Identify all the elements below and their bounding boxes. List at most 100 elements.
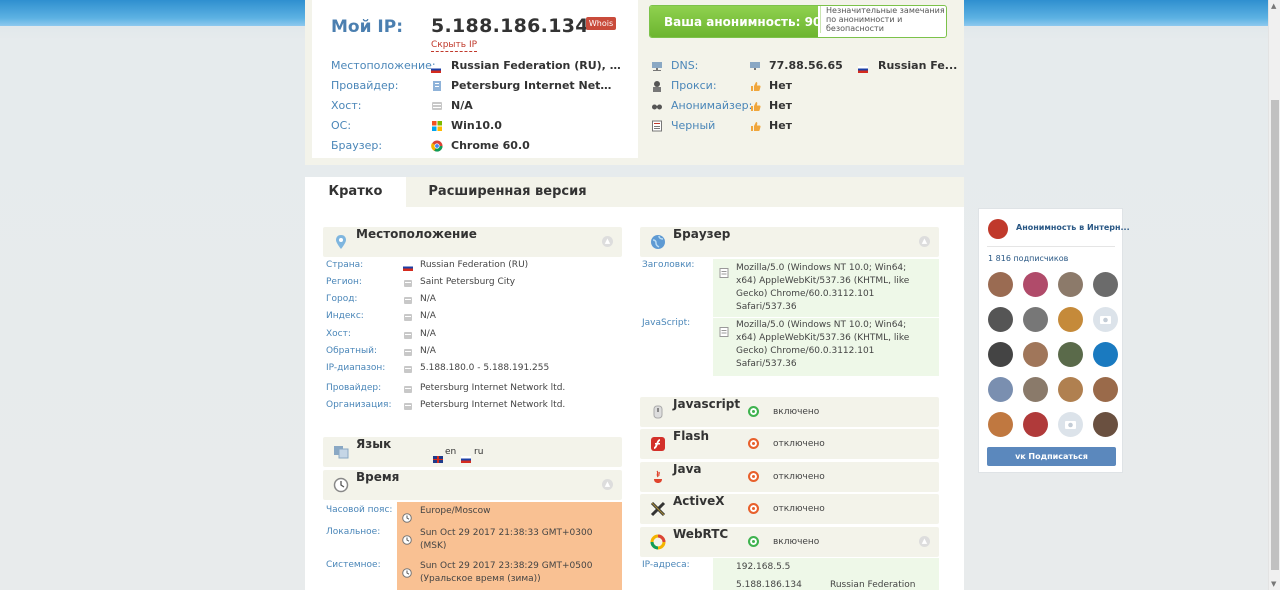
chevron-up-icon[interactable]: ▲ (919, 236, 930, 247)
subscriber-avatar[interactable] (1058, 342, 1083, 367)
plugin-status: отключено (773, 439, 825, 449)
subscriber-avatar[interactable] (1093, 272, 1118, 297)
location-row-value: N/A (420, 329, 436, 339)
page-scrollbar[interactable]: ▲ ▼ (1268, 0, 1280, 590)
flag-en-icon (433, 448, 443, 467)
host-icon (431, 100, 443, 112)
language-en: en (445, 447, 457, 457)
subscriber-avatar[interactable] (988, 272, 1013, 297)
chevron-up-icon[interactable]: ▲ (602, 236, 613, 247)
summary-proxy-row: Прокси: Нет (651, 78, 951, 94)
organization-icon (403, 401, 413, 411)
chevron-up-icon[interactable]: ▲ (602, 479, 613, 490)
ua-line: Mozilla/5.0 (Windows NT 10.0; Win64; (736, 263, 907, 273)
webrtc-icon (650, 534, 666, 550)
time-row-label-text: Локальное: (326, 527, 381, 537)
time-section-header[interactable]: Время ▲ (323, 470, 622, 500)
subscriber-avatar[interactable] (988, 307, 1013, 332)
time-line: Sun Oct 29 2017 21:38:33 GMT+0300 (420, 528, 593, 538)
time-line: (Уральское время (зима)) (420, 574, 541, 584)
subscriber-avatar[interactable] (1023, 342, 1048, 367)
plugin-javascript[interactable]: Javascript включено (640, 397, 939, 427)
ua-line: x64) AppleWebKit/537.36 (KHTML, like (736, 276, 910, 286)
camera-placeholder-icon[interactable] (1093, 307, 1118, 332)
subscriber-avatar[interactable] (1093, 342, 1118, 367)
subscriber-avatar[interactable] (1093, 412, 1118, 437)
camera-placeholder-icon[interactable] (1058, 412, 1083, 437)
subscriber-avatar[interactable] (1023, 412, 1048, 437)
flag-ru-icon (403, 261, 413, 271)
plugin-activex[interactable]: ActiveX отключено (640, 494, 939, 524)
tab-extended[interactable]: Расширенная версия (420, 177, 595, 207)
anonymity-meter[interactable]: Ваша анонимность: 90% Незначительные зам… (649, 5, 947, 38)
browser-section-header[interactable]: Браузер ▲ (640, 227, 939, 257)
subscriber-avatar[interactable] (988, 342, 1013, 367)
vk-subscribe-button[interactable]: ᴠᴋ Подписаться (987, 447, 1116, 466)
location-row-value: Petersburg Internet Network ltd. (420, 400, 566, 410)
location-row-label: Провайдер: (326, 383, 382, 393)
whois-button[interactable]: Whois (586, 17, 616, 30)
status-on-icon (748, 536, 759, 547)
plugin-status: отключено (773, 472, 825, 482)
dns-icon (651, 60, 663, 72)
vk-group-name[interactable]: Анонимность в Интерн... (1016, 223, 1130, 232)
location-row-label: IP-диапазон: (326, 363, 386, 373)
subscriber-avatar[interactable] (1058, 377, 1083, 402)
webrtc-label-text: IP-адреса: (642, 560, 690, 570)
webrtc-ip-public: 5.188.186.134 (736, 580, 802, 590)
subscriber-avatar[interactable] (1058, 272, 1083, 297)
blacklist-label: Черный (671, 119, 716, 132)
vk-group-avatar[interactable] (988, 219, 1008, 239)
java-icon (650, 469, 666, 485)
anonymizer-label: Анонимайзер: (671, 99, 753, 112)
subscriber-avatar[interactable] (1023, 377, 1048, 402)
summary-row-label: Местоположение: (331, 59, 436, 72)
city-icon (403, 295, 413, 305)
language-title: Язык (356, 437, 392, 451)
tab-short[interactable]: Кратко (305, 177, 406, 207)
activex-icon (650, 501, 666, 517)
time-row-label-text: Часовой пояс: (326, 505, 393, 515)
plugin-java[interactable]: Java отключено (640, 462, 939, 492)
subscriber-avatar[interactable] (1093, 377, 1118, 402)
chevron-up-icon[interactable]: ▲ (919, 536, 930, 547)
document-icon (719, 263, 729, 282)
subscriber-avatar[interactable] (1023, 307, 1048, 332)
vk-widget: Анонимность в Интерн... 1 816 подписчико… (978, 208, 1130, 473)
blacklist-value: Нет (769, 119, 793, 132)
chrome-icon (431, 140, 443, 152)
location-row: IP-диапазон: 5.188.180.0 - 5.188.191.255 (326, 360, 616, 377)
location-row-value: N/A (420, 294, 436, 304)
plugin-webrtc[interactable]: WebRTC включено ▲ (640, 527, 939, 557)
plugin-flash[interactable]: Flash отключено (640, 429, 939, 459)
language-section-header[interactable]: Язык en ru (323, 437, 622, 467)
host-icon (403, 330, 413, 340)
subscriber-avatar[interactable] (1058, 307, 1083, 332)
scroll-up-icon[interactable]: ▲ (1271, 2, 1276, 10)
summary-dns-row: DNS: 77.88.56.65 Russian Fe... (651, 58, 957, 74)
location-row-label: Регион: (326, 277, 362, 287)
summary-row-value: Win10.0 (451, 119, 502, 132)
scrollbar-thumb[interactable] (1271, 100, 1279, 570)
flag-ru-icon (816, 582, 826, 590)
subscriber-avatar[interactable] (988, 412, 1013, 437)
location-row-label: Хост: (326, 329, 351, 339)
location-row-value: N/A (420, 311, 436, 321)
time-row-value: Europe/Moscow (420, 505, 490, 518)
plugin-status: включено (773, 537, 820, 547)
vk-subscribers-count[interactable]: 1 816 подписчиков (988, 254, 1068, 263)
location-section-header[interactable]: Местоположение ▲ (323, 227, 622, 257)
globe-icon (650, 234, 666, 250)
subscriber-avatar[interactable] (988, 377, 1013, 402)
location-row: Хост: N/A (326, 326, 616, 343)
dns-country: Russian Fe... (878, 59, 958, 72)
scroll-down-icon[interactable]: ▼ (1271, 580, 1276, 588)
location-row: Провайдер: Petersburg Internet Network lt… (326, 380, 616, 397)
plugin-status: отключено (773, 504, 825, 514)
subscriber-avatar[interactable] (1023, 272, 1048, 297)
thumbs-up-icon (749, 80, 761, 92)
plugin-name: ActiveX (673, 494, 725, 508)
thumbs-up-icon (749, 100, 761, 112)
location-row-value: N/A (420, 346, 436, 356)
hide-ip-link[interactable]: Скрыть IP (431, 40, 478, 52)
